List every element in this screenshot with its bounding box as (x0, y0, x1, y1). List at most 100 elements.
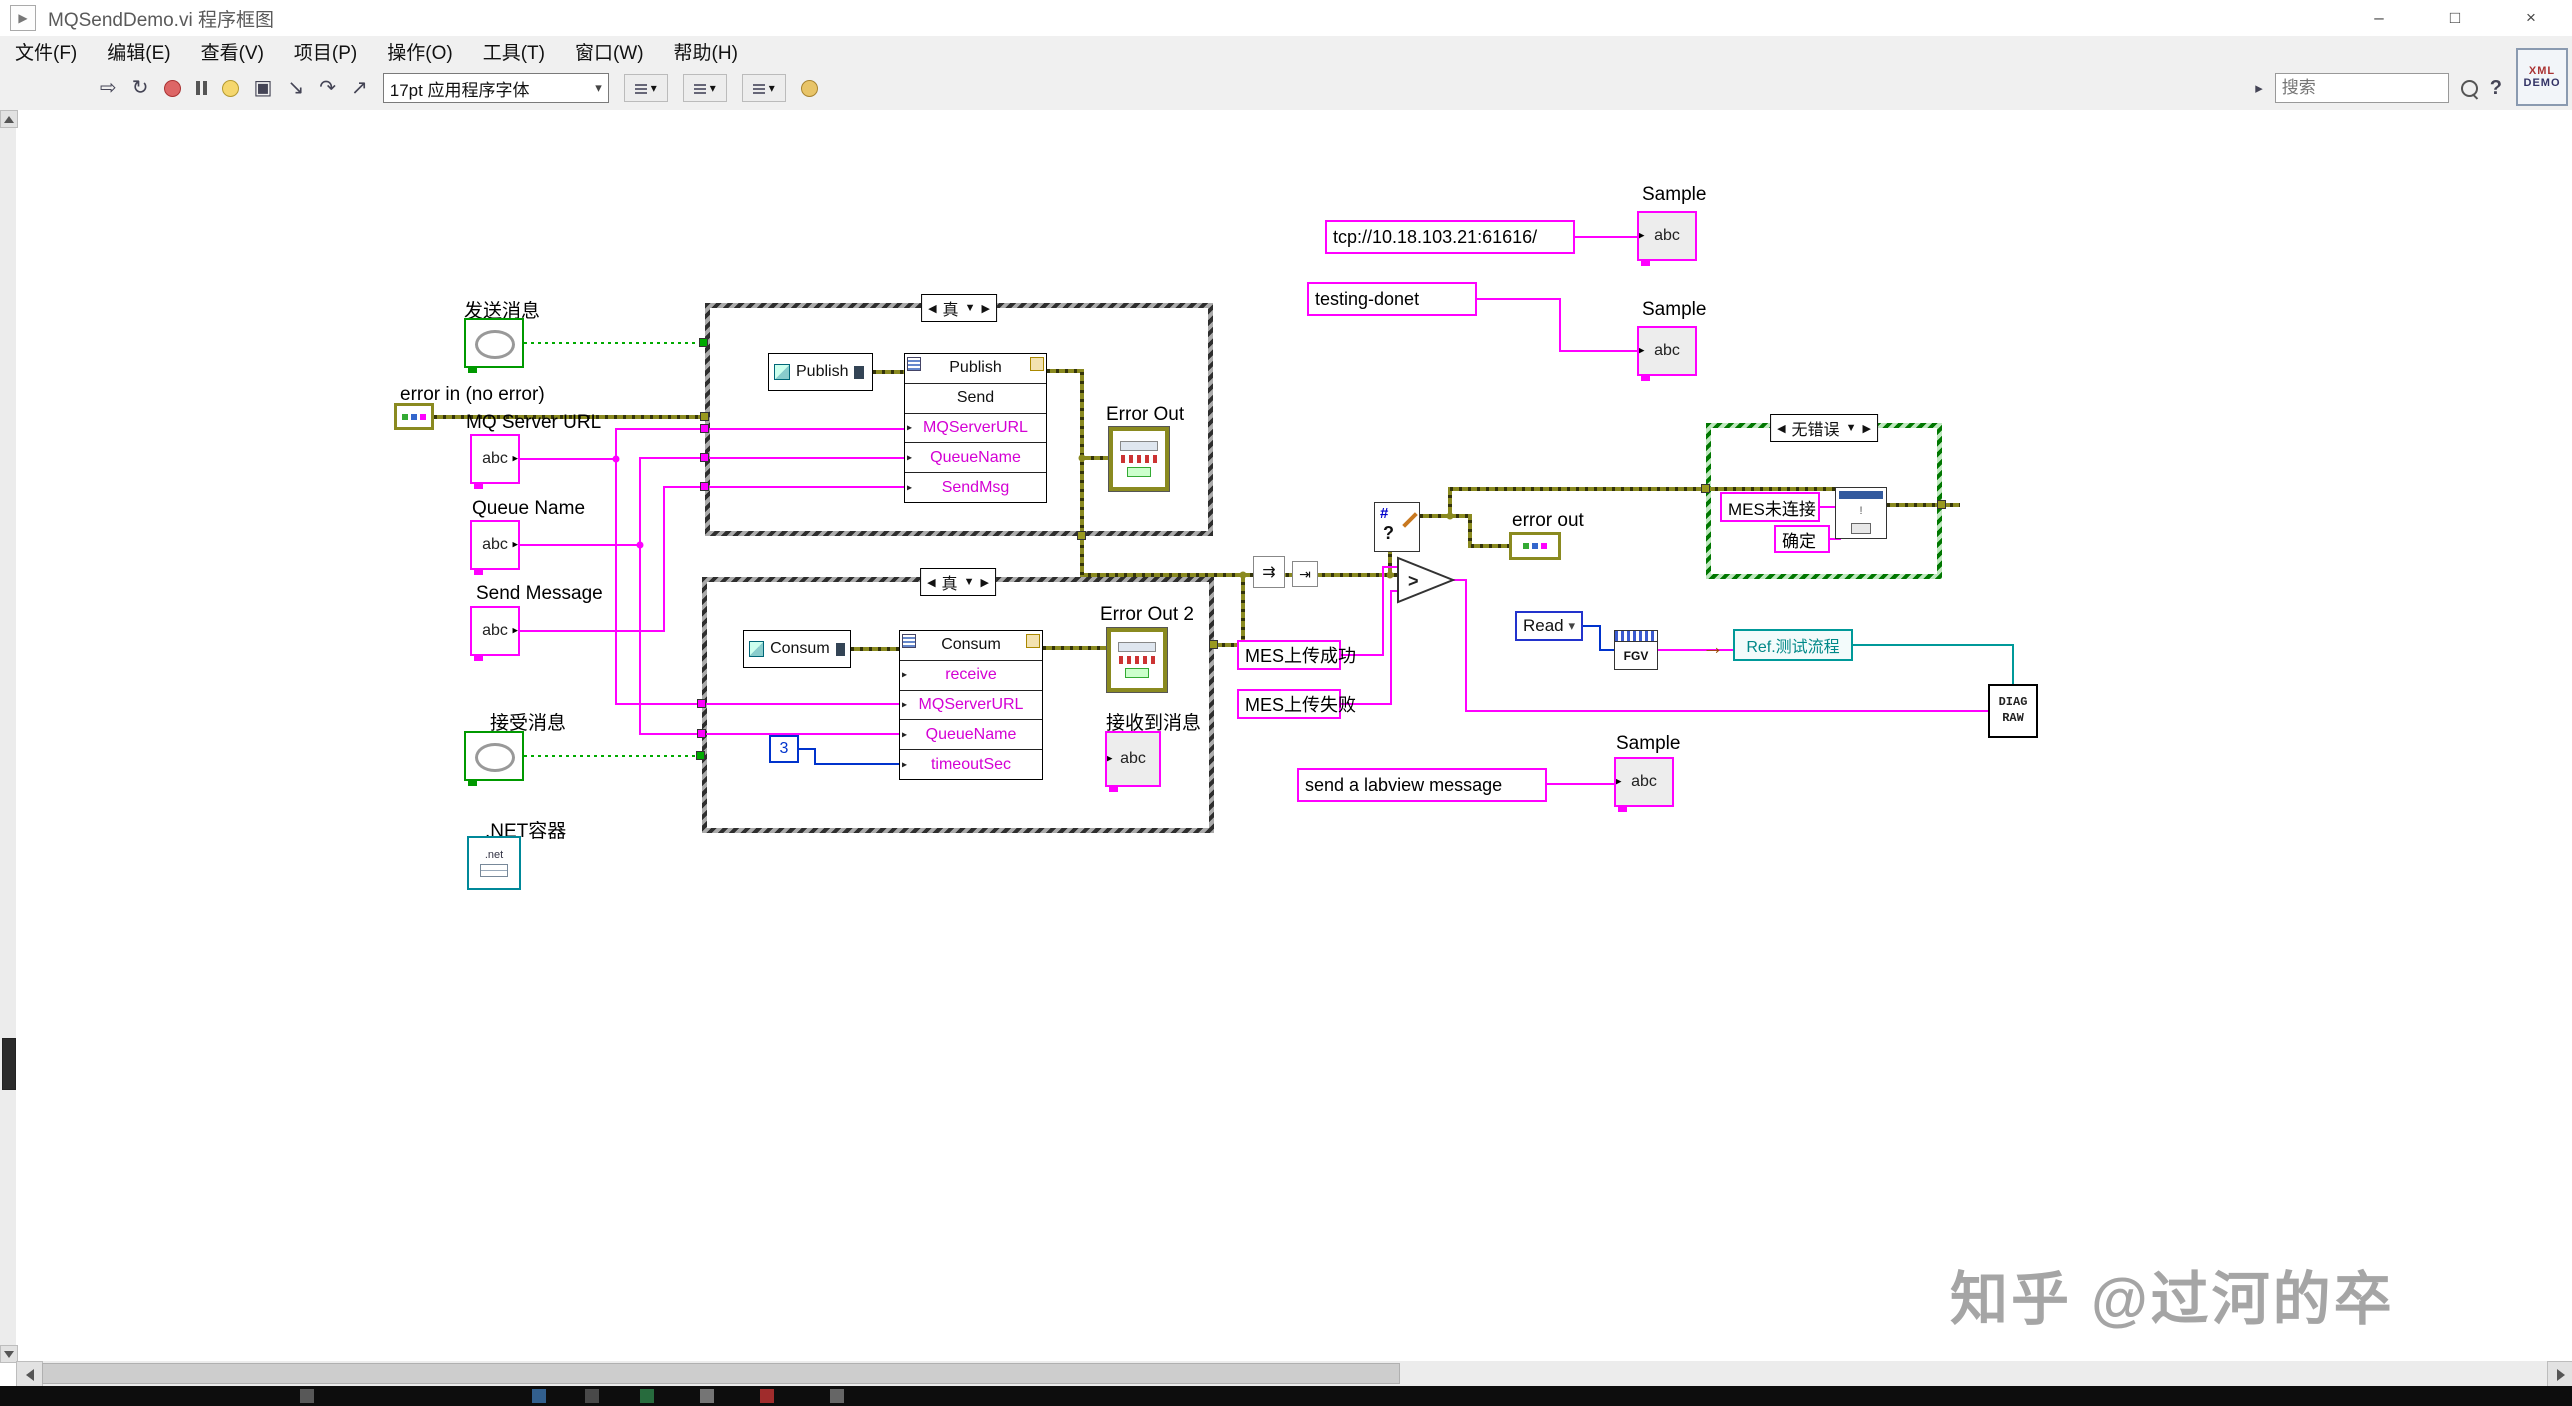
step-into-icon[interactable]: ↘ (287, 78, 304, 98)
highlight-execution-icon[interactable] (222, 80, 239, 97)
maximize-button[interactable]: □ (2420, 0, 2490, 36)
close-button[interactable]: × (2496, 0, 2566, 36)
taskbar-icon[interactable] (300, 1389, 314, 1403)
receive-msg-bool-terminal[interactable] (464, 731, 524, 781)
error-out-terminal[interactable] (1509, 532, 1561, 560)
scroll-left-icon[interactable] (16, 1361, 43, 1388)
error-out1-indicator[interactable] (1109, 427, 1169, 491)
publish-constructor-node[interactable]: Publish (768, 353, 873, 391)
menu-project[interactable]: 项目(P) (279, 38, 372, 65)
vertical-scrollbar[interactable] (0, 110, 16, 1361)
case-dropdown-icon[interactable]: ▼ (1846, 422, 1857, 434)
case-dropdown-icon[interactable]: ▼ (965, 302, 976, 314)
timeout-constant[interactable]: 3 (769, 735, 799, 763)
minimize-button[interactable]: – (2344, 0, 2414, 36)
consume-invoke-node[interactable]: Consum ▸receive ▸MQServerURL ▸QueueName … (899, 630, 1043, 780)
vi-icon[interactable]: XML DEMO (2516, 48, 2568, 106)
invoke-row-timeoutsec[interactable]: ▸timeoutSec (900, 749, 1042, 779)
fgv-node[interactable]: FGV (1614, 630, 1658, 670)
taskbar-icon[interactable] (700, 1389, 714, 1403)
case3-selector[interactable]: ◀ 无错误 ▼ ▶ (1770, 414, 1878, 442)
case-next-icon[interactable]: ▶ (981, 302, 989, 315)
taskbar-icon[interactable] (532, 1389, 546, 1403)
help-icon[interactable]: ? (2490, 78, 2502, 98)
step-out-icon[interactable]: ↗ (351, 78, 368, 98)
case2-selector[interactable]: ◀ 真 ▼ ▶ (920, 568, 996, 596)
invoke-row-mqserverurl[interactable]: ▸MQServerURL (900, 690, 1042, 720)
menu-operate[interactable]: 操作(O) (372, 38, 467, 65)
publish-invoke-node[interactable]: Publish Send ▸MQServerURL ▸QueueName ▸Se… (904, 353, 1047, 503)
menu-help[interactable]: 帮助(H) (659, 38, 753, 65)
pause-icon[interactable] (196, 81, 207, 95)
tcp-url-constant[interactable]: tcp://10.18.103.21:61616/ (1325, 220, 1575, 254)
run-icon[interactable]: ⇨ (100, 78, 117, 98)
run-continuous-icon[interactable]: ↻ (132, 78, 149, 98)
clear-errors-node[interactable]: #? (1374, 502, 1420, 552)
sample1-indicator[interactable]: ▸abc (1637, 211, 1697, 261)
taskbar-icon[interactable] (585, 1389, 599, 1403)
invoke-row-queuename[interactable]: ▸QueueName (900, 719, 1042, 749)
invoke-row-send[interactable]: Send (905, 383, 1046, 413)
retain-wire-values-icon[interactable]: ▣ (254, 78, 273, 98)
block-diagram-canvas[interactable] (16, 110, 2572, 1361)
resize-objects-dropdown[interactable]: ▾ (742, 74, 786, 102)
scroll-right-icon[interactable] (2547, 1361, 2572, 1388)
consume-constructor-node[interactable]: Consum (743, 630, 851, 668)
sample3-indicator[interactable]: ▸abc (1614, 757, 1674, 807)
select-function-node[interactable]: > (1396, 555, 1456, 605)
mes-fail-constant[interactable]: MES上传失败 (1237, 689, 1341, 719)
menu-file[interactable]: 文件(F) (0, 38, 92, 65)
case-dropdown-icon[interactable]: ▼ (964, 576, 975, 588)
merge-errors-node2[interactable]: ⇥ (1292, 561, 1318, 587)
error-in-terminal[interactable] (394, 403, 434, 430)
case-prev-icon[interactable]: ◀ (1777, 422, 1785, 435)
one-button-dialog-node[interactable]: ! (1835, 487, 1887, 539)
search-input[interactable] (2275, 73, 2449, 103)
merge-errors-node[interactable]: ⇉ (1253, 556, 1285, 588)
align-objects-dropdown[interactable]: ▾ (624, 74, 668, 102)
taskbar-icon[interactable] (830, 1389, 844, 1403)
step-over-icon[interactable]: ↷ (319, 78, 336, 98)
queue-name-terminal[interactable]: abc▸ (470, 520, 520, 570)
send-message-constant[interactable]: send a labview message (1297, 768, 1547, 802)
case-prev-icon[interactable]: ◀ (927, 576, 935, 589)
ref-test-flow-constant[interactable]: Ref.测试流程 (1733, 629, 1853, 661)
menu-view[interactable]: 查看(V) (186, 38, 279, 65)
mes-disconnected-constant[interactable]: MES未连接 (1720, 492, 1820, 522)
horizontal-scrollbar[interactable] (16, 1361, 2572, 1386)
case-prev-icon[interactable]: ◀ (928, 302, 936, 315)
font-selector[interactable]: 17pt 应用程序字体 ▾ (383, 73, 609, 103)
case-next-icon[interactable]: ▶ (1862, 422, 1870, 435)
scroll-up-icon[interactable] (0, 110, 18, 128)
send-message-terminal[interactable]: abc▸ (470, 606, 520, 656)
mq-server-url-terminal[interactable]: abc▸ (470, 434, 520, 484)
sample2-indicator[interactable]: ▸abc (1637, 326, 1697, 376)
menu-tools[interactable]: 工具(T) (468, 38, 560, 65)
send-msg-bool-terminal[interactable] (464, 318, 524, 368)
toolbar-overflow-icon[interactable]: ▸ (2255, 81, 2263, 96)
error-out2-indicator[interactable] (1107, 628, 1167, 692)
search-icon[interactable] (2461, 80, 2478, 97)
cleanup-diagram-icon[interactable] (801, 80, 818, 97)
invoke-row-queuename[interactable]: ▸QueueName (905, 442, 1046, 472)
mes-success-constant[interactable]: MES上传成功 (1237, 640, 1341, 670)
vertical-scrollbar-thumb[interactable] (2, 1038, 16, 1090)
diag-raw-subvi[interactable]: DIAGRAW (1988, 684, 2038, 738)
invoke-row-sendmsg[interactable]: ▸SendMsg (905, 472, 1046, 502)
case1-selector[interactable]: ◀ 真 ▼ ▶ (921, 294, 997, 322)
menu-edit[interactable]: 编辑(E) (92, 38, 185, 65)
dotnet-container-terminal[interactable]: .net (467, 836, 521, 890)
read-mode-enum[interactable]: Read▾ (1515, 611, 1583, 641)
invoke-row-receive[interactable]: ▸receive (900, 660, 1042, 690)
taskbar-icon[interactable] (640, 1389, 654, 1403)
taskbar-icon[interactable] (760, 1389, 774, 1403)
invoke-row-mqserverurl[interactable]: ▸MQServerURL (905, 413, 1046, 443)
confirm-constant[interactable]: 确定 (1774, 525, 1830, 553)
horizontal-scrollbar-thumb[interactable] (42, 1363, 1400, 1384)
distribute-objects-dropdown[interactable]: ▾ (683, 74, 727, 102)
received-msg-indicator[interactable]: ▸abc (1105, 731, 1161, 787)
case-next-icon[interactable]: ▶ (980, 576, 988, 589)
abort-icon[interactable] (164, 80, 181, 97)
queue-constant[interactable]: testing-donet (1307, 282, 1477, 316)
menu-window[interactable]: 窗口(W) (560, 38, 659, 65)
